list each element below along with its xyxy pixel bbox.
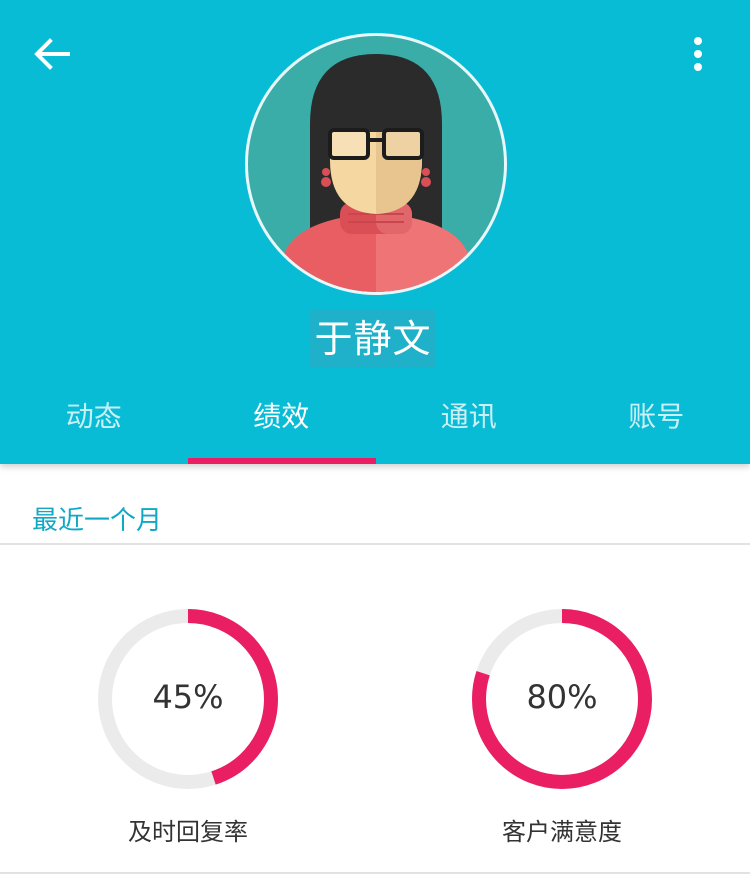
tab-bar: 动态 绩效 通讯 账号 (0, 380, 750, 464)
profile-header: 于静文 动态 绩效 通讯 账号 (0, 0, 750, 464)
metric-value: 80% (526, 678, 598, 716)
bottom-divider (0, 872, 750, 874)
more-vertical-icon (694, 37, 702, 71)
section-title: 最近一个月 (32, 506, 163, 536)
tab-contacts[interactable]: 通讯 (375, 380, 563, 464)
arrow-left-icon (34, 38, 70, 70)
metric-value: 45% (152, 678, 224, 716)
metric-label: 及时回复率 (128, 818, 248, 846)
avatar (245, 33, 507, 295)
tab-performance[interactable]: 绩效 (188, 380, 376, 464)
profile-name: 于静文 (310, 310, 436, 368)
back-button[interactable] (30, 32, 74, 76)
metric-label: 客户满意度 (502, 818, 622, 846)
metric-satisfaction: 80% 客户满意度 (462, 606, 662, 847)
metric-response-rate: 45% 及时回复率 (88, 606, 288, 847)
section-divider (0, 543, 750, 545)
more-options-button[interactable] (680, 32, 716, 76)
active-tab-indicator (188, 458, 376, 464)
tab-account[interactable]: 账号 (563, 380, 750, 464)
tab-activity[interactable]: 动态 (0, 380, 188, 464)
